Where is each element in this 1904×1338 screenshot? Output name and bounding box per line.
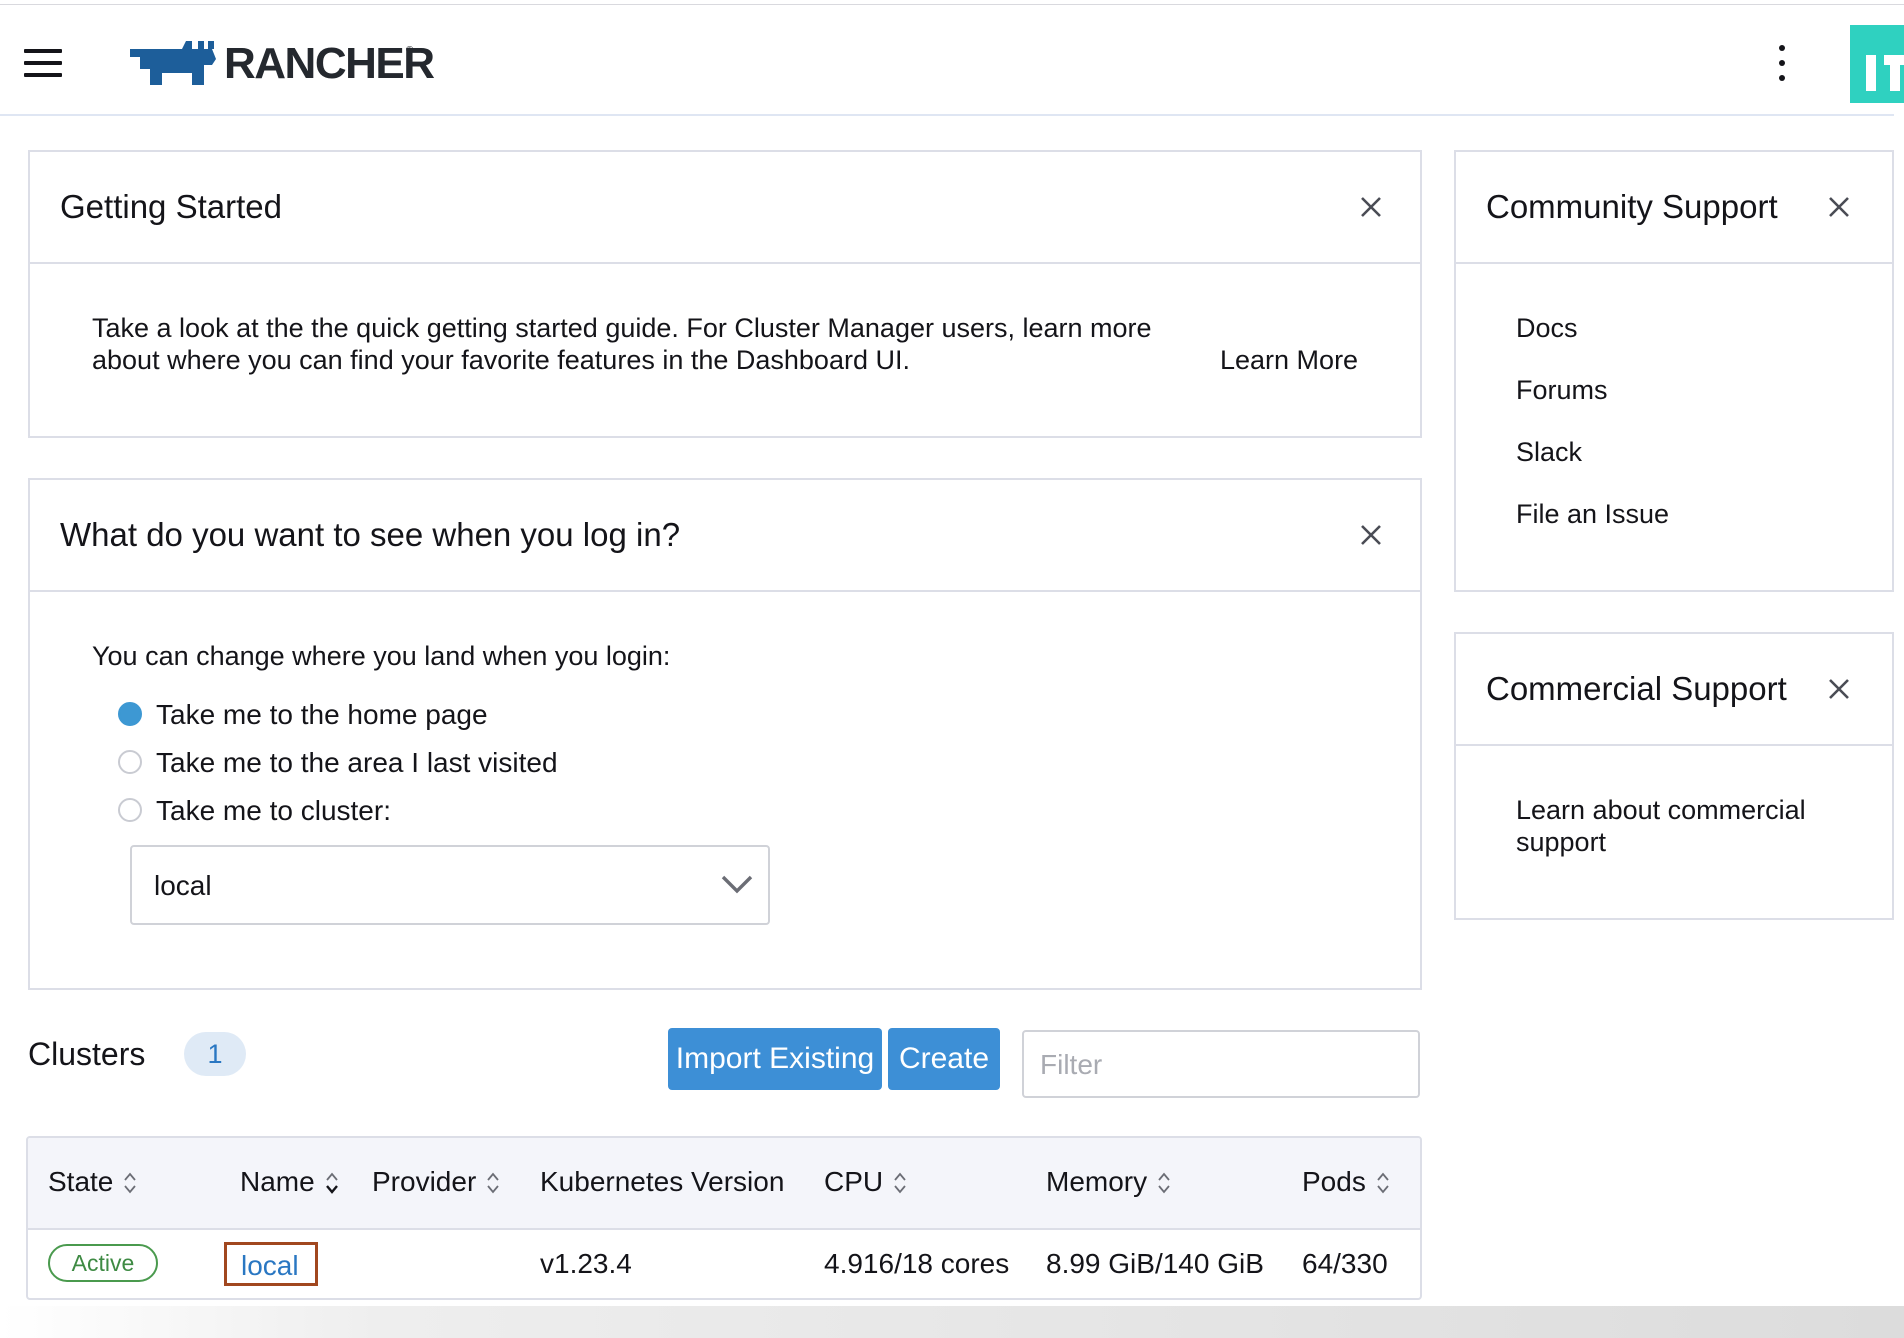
close-icon[interactable] — [1828, 678, 1850, 700]
column-header-label: State — [48, 1166, 114, 1197]
radio-label: Take me to the home page — [156, 699, 488, 730]
column-header-cpu[interactable]: CPU — [824, 1164, 907, 1200]
radio-label: Take me to cluster: — [156, 795, 391, 826]
panel-header: Community Support — [1456, 152, 1892, 264]
community-support-panel: Community Support Docs Forums Slack File… — [1454, 150, 1894, 592]
getting-started-text-line-2: about where you can find your favorite f… — [92, 345, 910, 375]
cluster-name[interactable]: local — [241, 1248, 299, 1284]
radio-button[interactable] — [118, 798, 142, 822]
filter-field[interactable] — [1022, 1030, 1420, 1098]
slack-link[interactable]: Slack — [1516, 436, 1582, 469]
cluster-cpu: 4.916/18 cores — [824, 1248, 1010, 1279]
column-header-name[interactable]: Name — [240, 1164, 339, 1200]
cluster-avatar-icon[interactable] — [1850, 25, 1904, 103]
close-icon[interactable] — [1360, 196, 1382, 218]
chevron-down-icon — [721, 875, 753, 894]
getting-started-panel: Getting Started Take a look at the the q… — [28, 150, 1422, 438]
close-icon[interactable] — [1360, 524, 1382, 546]
commercial-support-link-line-2[interactable]: support — [1516, 826, 1606, 859]
cluster-select-value: local — [154, 870, 212, 901]
column-header-provider[interactable]: Provider — [372, 1164, 500, 1200]
getting-started-text-line-1: Take a look at the the quick getting sta… — [92, 313, 1152, 343]
rancher-wordmark: RANCHER — [224, 39, 435, 88]
registered-mark: ® — [406, 45, 414, 56]
column-header-kubernetes-version: Kubernetes Version — [540, 1164, 784, 1200]
panel-header: Getting Started — [30, 152, 1420, 264]
bottom-shadow — [0, 1306, 1904, 1338]
hamburger-menu-icon[interactable] — [24, 49, 62, 77]
clusters-table: State Name Provider Kubernetes Version C… — [26, 1136, 1422, 1300]
sort-icon — [894, 1172, 906, 1194]
clusters-heading: Clusters — [28, 1036, 146, 1072]
column-header-label: CPU — [824, 1166, 884, 1197]
panel-header: What do you want to see when you log in? — [30, 480, 1420, 592]
cluster-version: v1.23.4 — [540, 1248, 632, 1279]
commercial-support-link-line-1[interactable]: Learn about commercial — [1516, 794, 1806, 827]
column-header-label: Kubernetes Version — [540, 1166, 785, 1197]
sort-down-icon — [325, 1172, 338, 1194]
panel-header: Commercial Support — [1456, 634, 1892, 746]
radio-label: Take me to the area I last visited — [156, 747, 558, 778]
top-header: RANCHER ® — [0, 5, 1904, 116]
close-icon[interactable] — [1828, 196, 1850, 218]
sort-icon — [124, 1172, 137, 1194]
sort-icon — [487, 1172, 499, 1194]
sort-icon — [1377, 1172, 1389, 1194]
file-issue-link[interactable]: File an Issue — [1516, 498, 1669, 531]
table-header: State Name Provider Kubernetes Version C… — [28, 1138, 1420, 1230]
filter-input[interactable] — [1038, 1044, 1402, 1086]
getting-started-title: Getting Started — [60, 188, 282, 225]
cluster-count-badge: 1 — [184, 1032, 246, 1076]
learn-more-link[interactable]: Learn More — [1220, 344, 1358, 377]
create-button[interactable]: Create — [888, 1028, 1000, 1090]
docs-link[interactable]: Docs — [1516, 312, 1578, 345]
column-header-state[interactable]: State — [48, 1164, 137, 1200]
column-header-label: Memory — [1046, 1166, 1148, 1197]
login-preference-prompt: You can change where you land when you l… — [92, 641, 671, 671]
rancher-logo-icon — [130, 41, 216, 85]
community-support-title: Community Support — [1486, 188, 1778, 225]
cluster-memory: 8.99 GiB/140 GiB — [1046, 1248, 1264, 1279]
column-header-label: Pods — [1302, 1166, 1366, 1197]
commercial-support-title: Commercial Support — [1486, 670, 1787, 707]
commercial-support-panel: Commercial Support Learn about commercia… — [1454, 632, 1894, 920]
column-header-pods[interactable]: Pods — [1302, 1164, 1390, 1200]
radio-button[interactable] — [118, 750, 142, 774]
status-badge: Active — [48, 1244, 158, 1282]
sort-icon — [1158, 1172, 1170, 1194]
forums-link[interactable]: Forums — [1516, 374, 1608, 407]
cluster-name-link[interactable]: local — [224, 1242, 318, 1286]
column-header-label: Provider — [372, 1166, 477, 1197]
vertical-ellipsis-icon[interactable] — [1774, 45, 1790, 81]
column-header-label: Name — [240, 1166, 315, 1197]
radio-button-selected[interactable] — [118, 702, 142, 726]
column-header-memory[interactable]: Memory — [1046, 1164, 1171, 1200]
import-existing-button[interactable]: Import Existing — [668, 1028, 882, 1090]
login-preference-title: What do you want to see when you log in? — [60, 516, 681, 553]
cluster-pods: 64/330 — [1302, 1248, 1388, 1279]
cluster-select[interactable]: local — [130, 845, 770, 925]
